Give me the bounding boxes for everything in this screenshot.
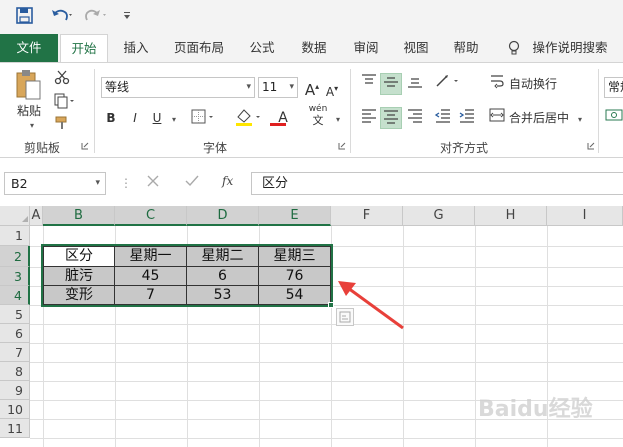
column-header-c[interactable]: C: [115, 206, 187, 226]
tab-data[interactable]: 数据: [292, 34, 336, 62]
tab-home[interactable]: 开始: [60, 34, 108, 62]
name-box[interactable]: B2 ▾: [4, 172, 106, 195]
chevron-down-icon: ▾: [289, 82, 294, 92]
red-arrow-icon: [338, 281, 404, 330]
spreadsheet-grid: A B C D E F G H I 1 2 3 4 5 6 7 8 9 10 1…: [0, 206, 623, 447]
row-header-9[interactable]: 9: [0, 381, 30, 400]
quick-access-toolbar: [0, 0, 623, 34]
ribbon-tabs: 文件 开始 插入 页面布局 公式 数据 审阅 视图 帮助 操作说明搜索: [0, 34, 623, 62]
row-header-2[interactable]: 2: [0, 246, 30, 267]
wrap-text-icon[interactable]: [488, 73, 506, 95]
format-painter-icon[interactable]: [52, 115, 72, 135]
column-header-e[interactable]: E: [259, 206, 331, 226]
font-size-value: 11: [262, 80, 278, 94]
number-format-combo[interactable]: 常规: [604, 77, 623, 98]
insert-function-button[interactable]: fx: [222, 174, 233, 188]
row-header-5[interactable]: 5: [0, 305, 30, 324]
more-options-icon[interactable]: ⋮: [120, 176, 132, 190]
paste-dropdown-icon[interactable]: ▾: [26, 119, 38, 131]
alignment-launcher-icon[interactable]: [586, 141, 596, 151]
underline-button[interactable]: U: [148, 107, 166, 129]
cut-icon[interactable]: [52, 69, 72, 89]
underline-dropdown-icon[interactable]: ▾: [168, 107, 180, 131]
row-header-1[interactable]: 1: [0, 226, 30, 246]
tab-view[interactable]: 视图: [396, 34, 436, 62]
phonetic-guide-button[interactable]: wén 文: [306, 103, 330, 128]
font-launcher-icon[interactable]: [337, 141, 347, 151]
column-header-g[interactable]: G: [403, 206, 475, 226]
row-header-11[interactable]: 11: [0, 419, 30, 438]
merge-dropdown-icon[interactable]: ▾: [574, 107, 586, 131]
row-header-10[interactable]: 10: [0, 400, 30, 419]
paste-button[interactable]: 粘贴: [12, 103, 46, 119]
tab-help[interactable]: 帮助: [446, 34, 486, 62]
column-header-i[interactable]: I: [547, 206, 623, 226]
number-format-value: 常规: [608, 80, 623, 94]
clipboard-launcher-icon[interactable]: [80, 141, 90, 151]
row-header-7[interactable]: 7: [0, 343, 30, 362]
enter-icon: [184, 174, 200, 191]
column-header-f[interactable]: F: [331, 206, 403, 226]
font-color-button[interactable]: A: [268, 107, 298, 129]
bold-button[interactable]: B: [102, 107, 120, 129]
tell-me-search[interactable]: 操作说明搜索: [528, 34, 612, 62]
alignment-group-label: 对齐方式: [439, 141, 488, 155]
borders-icon[interactable]: [190, 109, 220, 127]
merge-center-icon[interactable]: [488, 107, 506, 129]
increase-indent-icon[interactable]: [456, 107, 478, 129]
align-middle-icon[interactable]: [380, 73, 402, 95]
tab-file[interactable]: 文件: [0, 34, 58, 62]
currency-icon[interactable]: [604, 107, 623, 129]
align-left-icon[interactable]: [358, 107, 380, 129]
watermark: Baidu经验: [478, 397, 593, 422]
row-header-6[interactable]: 6: [0, 324, 30, 343]
align-right-icon[interactable]: [404, 107, 426, 129]
font-group-label: 字体: [202, 141, 227, 155]
column-header-b[interactable]: B: [43, 206, 115, 226]
increase-font-size-icon[interactable]: A▴: [303, 76, 321, 101]
fill-color-icon[interactable]: [232, 107, 266, 129]
undo-icon[interactable]: [50, 7, 74, 27]
column-header-d[interactable]: D: [187, 206, 259, 226]
align-bottom-icon[interactable]: [404, 73, 426, 95]
phonetic-dropdown-icon[interactable]: ▾: [332, 107, 344, 131]
tab-formulas[interactable]: 公式: [240, 34, 284, 62]
tab-page-layout[interactable]: 页面布局: [166, 34, 232, 62]
formula-input[interactable]: 区分: [251, 172, 623, 195]
chevron-down-icon: ▾: [246, 82, 251, 92]
wrap-text-button[interactable]: 自动换行: [508, 73, 558, 95]
clipboard-group-label: 剪贴板: [23, 141, 60, 155]
select-all-corner[interactable]: [0, 206, 30, 226]
orientation-icon[interactable]: [432, 73, 466, 95]
column-header-h[interactable]: H: [475, 206, 547, 226]
align-center-icon[interactable]: [380, 107, 402, 129]
row-header-4[interactable]: 4: [0, 286, 30, 305]
save-icon[interactable]: [16, 7, 33, 28]
copy-icon[interactable]: [52, 93, 78, 113]
chevron-down-icon: ▾: [95, 178, 100, 188]
customize-qat-icon[interactable]: [122, 11, 132, 24]
redo-icon[interactable]: [84, 7, 108, 27]
tab-insert[interactable]: 插入: [114, 34, 158, 62]
row-header-8[interactable]: 8: [0, 362, 30, 381]
italic-button[interactable]: I: [126, 107, 144, 129]
selection-range: [41, 244, 333, 307]
font-size-combo[interactable]: 11 ▾: [258, 77, 298, 98]
phonetic-guide-label: wén: [308, 104, 328, 114]
font-name-value: 等线: [105, 80, 130, 94]
formula-bar: B2 ▾ ⋮ fx 区分: [0, 166, 623, 200]
paste-icon[interactable]: [10, 69, 46, 105]
tab-review[interactable]: 审阅: [344, 34, 388, 62]
ribbon-home: 粘贴 ▾ 剪贴板 等线 ▾ 11 ▾ A▴ A▾ B I U ▾ A wén 文…: [0, 62, 623, 158]
name-box-value: B2: [11, 176, 28, 191]
lightbulb-icon: [504, 34, 524, 62]
decrease-font-size-icon[interactable]: A▾: [323, 78, 341, 103]
merge-center-button[interactable]: 合并后居中: [508, 107, 570, 129]
cancel-icon: [146, 174, 160, 191]
row-header-3[interactable]: 3: [0, 267, 30, 286]
decrease-indent-icon[interactable]: [432, 107, 454, 129]
align-top-icon[interactable]: [358, 73, 380, 95]
column-header-a[interactable]: A: [30, 206, 43, 226]
font-name-combo[interactable]: 等线 ▾: [101, 77, 255, 98]
